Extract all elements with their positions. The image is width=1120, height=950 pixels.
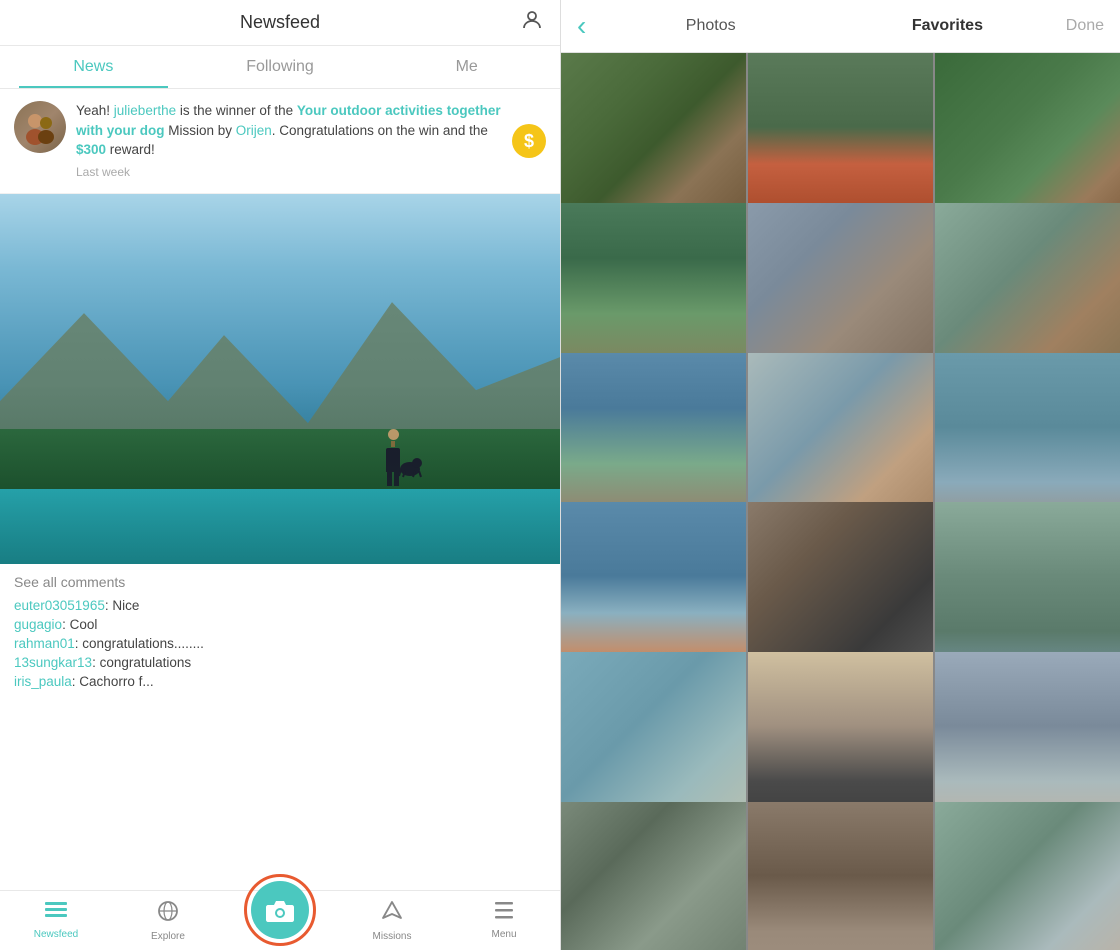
left-panel: Newsfeed News Following Me (0, 0, 560, 950)
news-item: Yeah! julieberthe is the winner of the Y… (0, 89, 560, 194)
post-image (0, 194, 560, 564)
photo-grid (561, 53, 1120, 950)
main-tabs: News Following Me (0, 46, 560, 89)
explore-label: Explore (151, 931, 185, 942)
comment-3: rahman01: congratulations........ (14, 636, 546, 651)
explore-icon (157, 900, 179, 928)
comment-4: 13sungkar13: congratulations (14, 655, 546, 670)
comment-1: euter03051965: Nice (14, 598, 546, 613)
comment-5: iris_paula: Cachorro f... (14, 674, 546, 689)
photo-17[interactable] (748, 802, 933, 950)
comment-2: gugagio: Cool (14, 617, 546, 632)
nav-newsfeed[interactable]: Newsfeed (0, 891, 112, 950)
avatar (14, 101, 66, 153)
newsfeed-icon (45, 902, 67, 926)
camera-circle-outer (244, 874, 316, 946)
nav-explore[interactable]: Explore (112, 891, 224, 950)
menu-label: Menu (491, 929, 516, 940)
nav-missions[interactable]: Missions (336, 891, 448, 950)
newsfeed-header: Newsfeed (0, 0, 560, 46)
page-title: Newsfeed (240, 12, 320, 33)
nav-camera-wrapper (224, 891, 336, 950)
comments-section: See all comments euter03051965: Nice gug… (0, 564, 560, 890)
photo-18[interactable] (935, 802, 1120, 950)
missions-label: Missions (373, 931, 412, 942)
reward-coin-icon: $ (512, 124, 546, 158)
tab-news[interactable]: News (0, 46, 187, 88)
newsfeed-label: Newsfeed (34, 929, 78, 940)
right-panel: ‹ Photos Favorites Done (560, 0, 1120, 950)
missions-icon (381, 900, 403, 928)
tab-following[interactable]: Following (187, 46, 374, 88)
nav-menu[interactable]: Menu (448, 891, 560, 950)
bottom-nav: Newsfeed Explore (0, 890, 560, 950)
menu-icon (493, 902, 515, 926)
right-header: ‹ Photos Favorites Done (561, 0, 1120, 53)
profile-icon[interactable] (520, 8, 544, 38)
photo-16[interactable] (561, 802, 746, 950)
news-text: Yeah! julieberthe is the winner of the Y… (76, 101, 502, 181)
see-all-comments[interactable]: See all comments (14, 574, 546, 590)
tab-photos[interactable]: Photos (592, 13, 829, 39)
camera-button[interactable] (251, 881, 309, 939)
tab-favorites[interactable]: Favorites (829, 13, 1066, 39)
back-button[interactable]: ‹ (577, 12, 586, 40)
timestamp: Last week (76, 164, 502, 181)
done-button[interactable]: Done (1066, 17, 1104, 35)
tab-me[interactable]: Me (373, 46, 560, 88)
